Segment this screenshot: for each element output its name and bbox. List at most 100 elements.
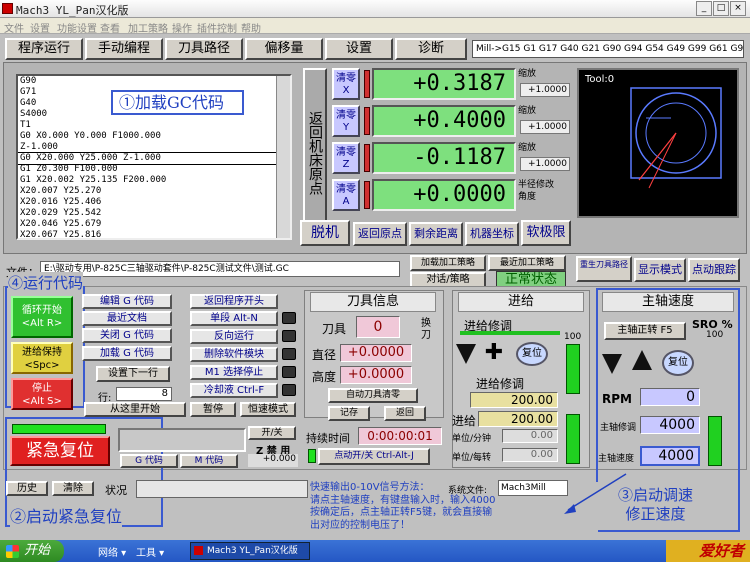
m-codes-button[interactable]: M 代码 <box>180 454 238 468</box>
tab-mdi[interactable]: 手动编程 <box>85 38 163 60</box>
dro-a[interactable]: +0.0000 <box>372 179 516 211</box>
menu-file[interactable]: 文件 <box>4 20 24 35</box>
tab-toolpath[interactable]: 刀具路径 <box>165 38 243 60</box>
gcode-line[interactable]: G0 X20.000 Y25.000 Z-1.000 <box>18 152 290 165</box>
minimize-button[interactable]: _ <box>696 1 712 16</box>
gcode-line[interactable]: X20.046 Y25.679 <box>18 219 290 230</box>
auto-tool-zero-button[interactable]: 自动刀具清零 <box>328 388 418 403</box>
taskbar-network[interactable]: 网络 ▾ <box>98 544 126 559</box>
to-go-button[interactable]: 剩余距离 <box>409 222 463 246</box>
spindle-reset-button[interactable]: 复位 <box>662 350 694 376</box>
menu-operator[interactable]: 操作 <box>172 20 192 35</box>
dro-z[interactable]: -0.1187 <box>372 142 516 174</box>
pause-button[interactable]: 暂停 <box>190 402 236 417</box>
taskbar-tools[interactable]: 工具 ▾ <box>136 544 164 559</box>
clear-button[interactable]: 清除 <box>52 481 94 496</box>
menu-view[interactable]: 查看 <box>100 20 120 35</box>
gcode-line[interactable]: X20.067 Y25.816 <box>18 230 290 238</box>
jog-follow-button[interactable]: 点动跟踪 <box>688 258 740 282</box>
ref-all-home-button[interactable]: 返回机床原点 <box>303 68 327 238</box>
display-mode-button[interactable]: 显示模式 <box>634 258 686 282</box>
feed-rate-field[interactable]: 200.00 <box>478 411 558 427</box>
height-field[interactable]: +0.0000 <box>340 366 412 384</box>
scale-y-value[interactable]: +1.0000 <box>520 120 570 134</box>
soft-limits-button[interactable]: 软极限 <box>521 220 571 246</box>
g-codes-button[interactable]: G 代码 <box>120 454 178 468</box>
menu-help[interactable]: 帮助 <box>241 20 261 35</box>
zero-a-button[interactable]: 清零 A <box>332 179 360 211</box>
zero-x-button[interactable]: 清零 X <box>332 68 360 100</box>
scale-x-value[interactable]: +1.0000 <box>520 83 570 97</box>
offline-button[interactable]: 脱机 <box>300 220 350 246</box>
tab-offsets[interactable]: 偏移量 <box>245 38 323 60</box>
spindle-override-field[interactable]: 4000 <box>640 416 700 434</box>
gcode-line[interactable]: X20.029 Y25.542 <box>18 208 290 219</box>
remember-button[interactable]: 记存 <box>328 406 370 421</box>
tab-program-run[interactable]: 程序运行 <box>5 38 83 60</box>
close-gcode-button[interactable]: 关闭 G 代码 <box>82 328 172 343</box>
feed-slider[interactable] <box>566 344 580 394</box>
spindle-speed-field[interactable]: 4000 <box>640 446 700 466</box>
close-button[interactable]: × <box>730 1 746 16</box>
onoff-button[interactable]: 开/关 <box>248 426 296 440</box>
single-block-button[interactable]: 单段 Alt-N <box>190 311 278 326</box>
dro-x[interactable]: +0.3187 <box>372 68 516 100</box>
reverse-run-button[interactable]: 反向运行 <box>190 329 278 344</box>
rewind-button[interactable]: 返回程序开头 <box>190 294 278 309</box>
line-number-field[interactable]: 8 <box>116 387 172 401</box>
menu-function[interactable]: 功能设置 <box>57 20 97 35</box>
zero-z-button[interactable]: 清零 Z <box>332 142 360 174</box>
menu-bar: 文件 设置 功能设置 查看 加工策略 操作 插件控制 帮助 <box>0 18 750 35</box>
machine-coords-button[interactable]: 机器坐标 <box>465 222 519 246</box>
gcode-line[interactable]: Z-1.000 <box>18 142 290 153</box>
spindle-cw-button[interactable]: 主轴正转 F5 <box>604 322 686 340</box>
cycle-start-button[interactable]: 循环开始 <Alt R> <box>11 296 73 338</box>
zero-y-button[interactable]: 清零 Y <box>332 105 360 137</box>
menu-wizard[interactable]: 加工策略 <box>128 20 168 35</box>
menu-plugin[interactable]: 插件控制 <box>197 20 237 35</box>
tab-settings[interactable]: 设置 <box>325 38 393 60</box>
const-velocity-button[interactable]: 恒速模式 <box>240 402 296 417</box>
toolpath-display[interactable]: Tool:0 <box>577 68 739 218</box>
load-wizard-button[interactable]: 加载加工策略 <box>410 255 486 271</box>
m1-optional-stop-button[interactable]: M1 选择停止 <box>190 365 278 380</box>
gcode-line[interactable]: G1 X20.002 Y25.135 F200.000 <box>18 175 290 186</box>
spindle-slider[interactable] <box>708 416 722 466</box>
gcode-line[interactable]: G0 X0.000 Y0.000 F1000.000 <box>18 131 290 142</box>
gcode-line[interactable]: X20.007 Y25.270 <box>18 186 290 197</box>
taskbar-mach3-item[interactable]: Mach3 YL_Pan汉化版 <box>190 542 310 560</box>
regen-toolpath-button[interactable]: 重生刀具路径 <box>576 256 632 282</box>
title-bar: Mach3 YL_Pan汉化版 _ □ × <box>0 0 750 18</box>
dro-y[interactable]: +0.4000 <box>372 105 516 137</box>
recent-file-button[interactable]: 最近文档 <box>82 311 172 326</box>
feed-up-icon[interactable]: ✚ <box>484 342 504 364</box>
goto-zero-button[interactable]: 返回原点 <box>353 222 407 246</box>
emergency-reset-button[interactable]: 紧急复位 <box>10 436 110 466</box>
return-button[interactable]: 返回 <box>384 406 426 421</box>
history-button[interactable]: 历史 <box>6 481 48 496</box>
feed-reset-button[interactable]: 复位 <box>516 342 548 366</box>
load-gcode-button[interactable]: 加载 G 代码 <box>82 346 172 361</box>
feed-hold-button[interactable]: 进给保持 <Spc> <box>11 342 73 374</box>
tab-diagnostics[interactable]: 诊断 <box>395 38 467 60</box>
feed-rate-slider[interactable] <box>566 414 580 464</box>
set-next-line-button[interactable]: 设置下一行 <box>96 366 170 382</box>
last-wizard-button[interactable]: 最近加工策略 <box>488 255 566 271</box>
gcode-line[interactable]: G1 Z0.300 F100.000 <box>18 164 290 175</box>
gcode-scrollbar[interactable] <box>276 76 290 238</box>
run-from-here-button[interactable]: 从这里开始 <box>84 402 186 417</box>
block-delete-button[interactable]: 删除软件模块 <box>190 347 278 362</box>
gcode-line[interactable]: G90 <box>18 76 290 87</box>
coolant-button[interactable]: 冷却液 Ctrl-F <box>190 383 278 398</box>
menu-config[interactable]: 设置 <box>30 20 50 35</box>
tool-number-field[interactable]: 0 <box>356 316 400 338</box>
maximize-button[interactable]: □ <box>713 1 729 16</box>
diameter-field[interactable]: +0.0000 <box>340 344 412 362</box>
stop-button[interactable]: 停止 <Alt S> <box>11 378 73 410</box>
edit-gcode-button[interactable]: 编辑 G 代码 <box>82 294 172 309</box>
jog-toggle-button[interactable]: 点动开/关 Ctrl-Alt-J <box>318 448 430 465</box>
scale-z-value[interactable]: +1.0000 <box>520 157 570 171</box>
feed-override-field[interactable]: 200.00 <box>470 392 558 408</box>
gcode-line[interactable]: T1 <box>18 120 290 131</box>
gcode-line[interactable]: X20.016 Y25.406 <box>18 197 290 208</box>
